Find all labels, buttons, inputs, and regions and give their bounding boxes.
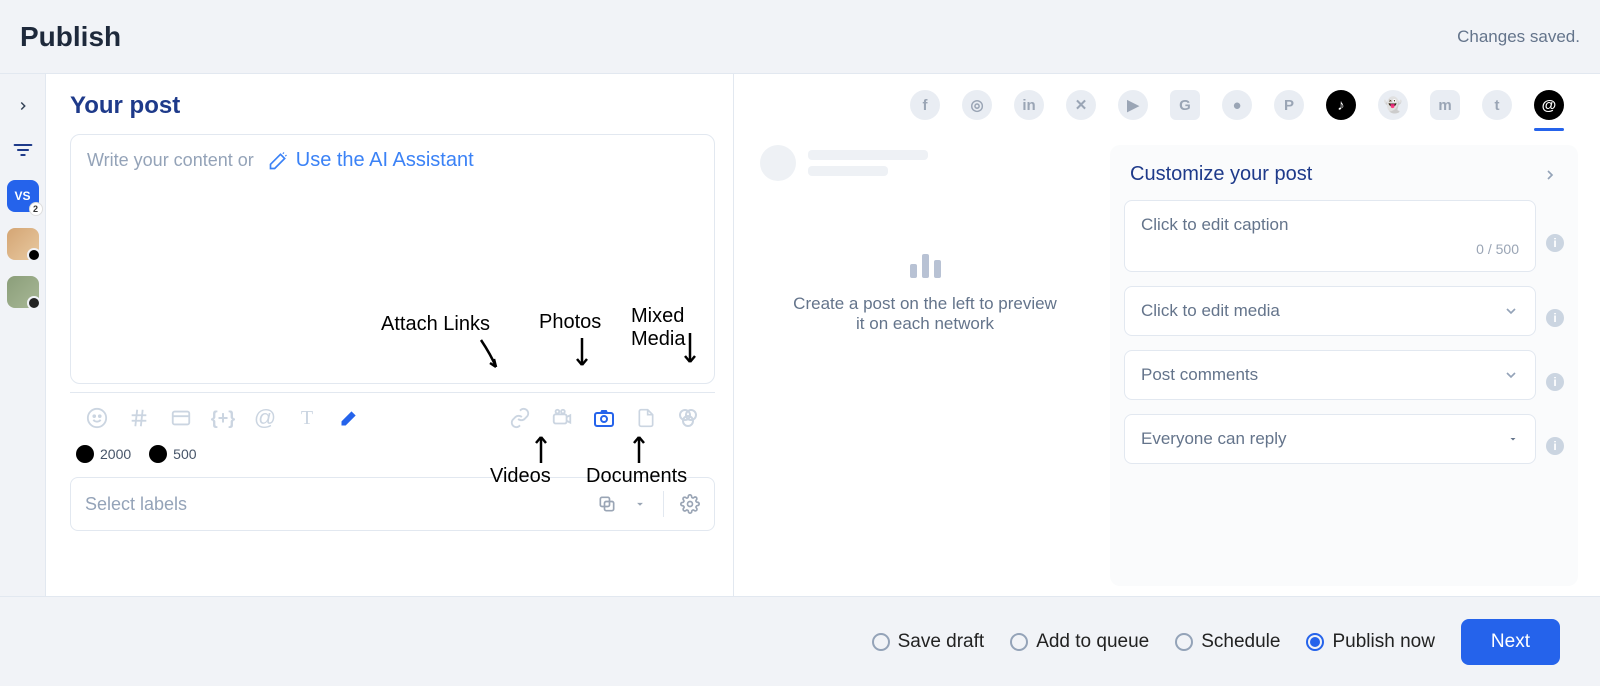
text-format-icon[interactable]: T	[294, 405, 320, 431]
radio-label: Schedule	[1201, 631, 1280, 653]
ai-assistant-label: Use the AI Assistant	[296, 149, 474, 172]
account-avatar-1[interactable]	[7, 228, 39, 260]
radio-add-queue[interactable]: Add to queue	[1010, 631, 1149, 653]
annotation-mixed-media: Mixed Media	[631, 305, 714, 351]
media-placeholder: Click to edit media	[1141, 301, 1280, 321]
preview-panel: f ◎ in ✕ ▶ G ● P ♪ 👻 m t @	[734, 74, 1600, 596]
labels-placeholder: Select labels	[85, 494, 187, 515]
link-icon[interactable]	[507, 405, 533, 431]
annotation-photos: Photos	[539, 311, 601, 334]
chart-placeholder-icon	[910, 254, 941, 278]
threads-count: 500	[173, 446, 196, 462]
ai-assistant-button[interactable]: Use the AI Assistant	[268, 149, 474, 172]
arrow-icon	[476, 335, 506, 375]
media-field[interactable]: Click to edit media	[1124, 286, 1536, 336]
mixed-media-icon[interactable]	[675, 405, 701, 431]
network-linkedin[interactable]: in	[1014, 90, 1044, 120]
tiktok-icon	[76, 445, 94, 463]
radio-save-draft[interactable]: Save draft	[872, 631, 985, 653]
caption-counter: 0 / 500	[1476, 241, 1519, 257]
info-icon[interactable]: i	[1546, 437, 1564, 455]
preview-empty-1: Create a post on the left to preview	[793, 294, 1057, 314]
annotation-attach-links: Attach Links	[381, 313, 490, 336]
composer-panel: Your post Write your content or Use the …	[46, 74, 734, 596]
info-icon[interactable]: i	[1546, 234, 1564, 252]
photo-icon[interactable]	[591, 405, 617, 431]
radio-label: Publish now	[1332, 631, 1434, 653]
editor-toolbar: {+} @ T	[70, 392, 715, 437]
reply-setting-field[interactable]: Everyone can reply	[1124, 414, 1536, 464]
footer-bar: Save draft Add to queue Schedule Publish…	[0, 596, 1600, 686]
radio-label: Save draft	[898, 631, 985, 653]
post-preview: Create a post on the left to preview it …	[760, 145, 1090, 586]
chevron-down-icon	[1503, 367, 1519, 383]
editor-placeholder: Write your content or	[87, 150, 254, 171]
preview-empty-2: it on each network	[793, 314, 1057, 334]
composer-heading: Your post	[70, 92, 715, 120]
document-icon[interactable]	[633, 405, 659, 431]
info-icon[interactable]: i	[1546, 373, 1564, 391]
chevron-down-icon[interactable]	[633, 497, 647, 511]
network-snapchat[interactable]: 👻	[1378, 90, 1408, 120]
comments-field[interactable]: Post comments	[1124, 350, 1536, 400]
network-mastodon[interactable]: m	[1430, 90, 1460, 120]
hashtag-icon[interactable]	[126, 405, 152, 431]
workspace-avatar[interactable]: VS 2	[7, 180, 39, 212]
customize-title: Customize your post	[1130, 163, 1312, 186]
emoji-icon[interactable]	[84, 405, 110, 431]
variable-icon[interactable]: {+}	[210, 405, 236, 431]
template-icon[interactable]	[168, 405, 194, 431]
char-counts: 2000 500	[70, 437, 715, 477]
network-tiktok[interactable]: ♪	[1326, 90, 1356, 120]
caret-down-icon	[1507, 433, 1519, 445]
copy-icon[interactable]	[597, 494, 617, 514]
customize-panel: Customize your post Click to edit captio…	[1110, 145, 1578, 586]
network-threads[interactable]: @	[1534, 90, 1564, 120]
network-facebook[interactable]: f	[910, 90, 940, 120]
expand-sidebar-button[interactable]	[9, 92, 37, 120]
avatar-badge: 2	[29, 202, 43, 216]
save-status: Changes saved.	[1457, 27, 1580, 47]
network-youtube[interactable]: ▶	[1118, 90, 1148, 120]
caption-field[interactable]: Click to edit caption 0 / 500	[1124, 200, 1536, 272]
preview-avatar-skeleton	[760, 145, 796, 181]
avatar-initials: VS	[14, 189, 30, 203]
network-instagram[interactable]: ◎	[962, 90, 992, 120]
chevron-right-icon	[1542, 167, 1558, 183]
reply-setting-value: Everyone can reply	[1141, 429, 1287, 449]
left-rail: VS 2	[0, 74, 46, 596]
network-pinterest[interactable]: P	[1274, 90, 1304, 120]
threads-icon	[149, 445, 167, 463]
caption-placeholder: Click to edit caption	[1141, 215, 1519, 235]
mention-icon[interactable]: @	[252, 405, 278, 431]
filter-icon[interactable]	[9, 136, 37, 164]
radio-schedule[interactable]: Schedule	[1175, 631, 1280, 653]
chevron-down-icon	[1503, 303, 1519, 319]
video-icon[interactable]	[549, 405, 575, 431]
account-avatar-2[interactable]	[7, 276, 39, 308]
network-reddit[interactable]: ●	[1222, 90, 1252, 120]
network-tumblr[interactable]: t	[1482, 90, 1512, 120]
comments-placeholder: Post comments	[1141, 365, 1258, 385]
radio-publish-now[interactable]: Publish now	[1306, 631, 1434, 653]
labels-select[interactable]: Select labels	[70, 477, 715, 531]
customize-header[interactable]: Customize your post	[1124, 159, 1564, 200]
tiktok-count: 2000	[100, 446, 131, 462]
arrow-icon	[679, 330, 701, 370]
gear-icon[interactable]	[680, 494, 700, 514]
next-button[interactable]: Next	[1461, 619, 1560, 665]
network-google[interactable]: G	[1170, 90, 1200, 120]
radio-label: Add to queue	[1036, 631, 1149, 653]
ai-wand-icon[interactable]	[336, 405, 362, 431]
network-x[interactable]: ✕	[1066, 90, 1096, 120]
arrow-icon	[571, 335, 593, 373]
info-icon[interactable]: i	[1546, 309, 1564, 327]
network-tabs: f ◎ in ✕ ▶ G ● P ♪ 👻 m t @	[734, 74, 1600, 128]
page-title: Publish	[20, 21, 121, 53]
post-editor[interactable]: Write your content or Use the AI Assista…	[70, 134, 715, 384]
header-bar: Publish Changes saved.	[0, 0, 1600, 74]
